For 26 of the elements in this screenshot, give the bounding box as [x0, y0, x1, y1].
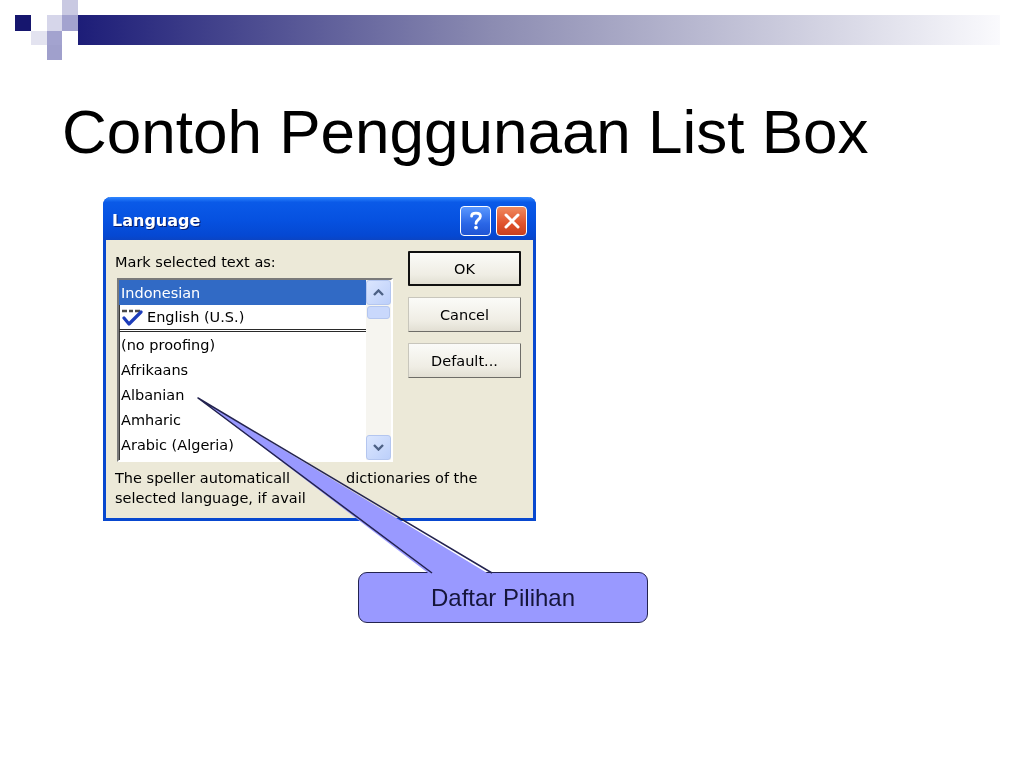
close-icon [503, 212, 520, 229]
help-icon [469, 211, 482, 230]
list-item[interactable]: English (U.S.) [119, 305, 366, 329]
list-item[interactable]: Arabic (Algeria) [119, 432, 366, 457]
list-item[interactable]: (no proofing) [119, 332, 366, 357]
note-text: dictionaries of the [346, 469, 478, 488]
chevron-down-icon [373, 444, 384, 451]
close-button[interactable] [496, 205, 527, 236]
note-text: selected language, if avail [115, 489, 306, 508]
callout: Daftar Pilihan [358, 572, 648, 623]
dialog-button[interactable]: Default... [408, 343, 521, 378]
slide-title: Contoh Penggunaan List Box [62, 96, 869, 167]
scroll-up-button[interactable] [366, 280, 391, 305]
field-label: Mark selected text as: [115, 253, 276, 271]
chevron-up-icon [373, 289, 384, 296]
dialog-title: Language [112, 211, 201, 230]
dialog-button[interactable]: OK [408, 251, 521, 286]
scrollbar-thumb[interactable] [367, 306, 390, 319]
list-item[interactable]: Albanian [119, 382, 366, 407]
note-text: The speller automaticall [115, 469, 291, 488]
scroll-down-button[interactable] [366, 435, 391, 460]
list-item[interactable]: Indonesian [119, 280, 366, 305]
list-item[interactable]: Afrikaans [119, 357, 366, 382]
list-item[interactable]: Amharic [119, 407, 366, 432]
dialog-button[interactable]: Cancel [408, 297, 521, 332]
help-button[interactable] [460, 205, 491, 236]
